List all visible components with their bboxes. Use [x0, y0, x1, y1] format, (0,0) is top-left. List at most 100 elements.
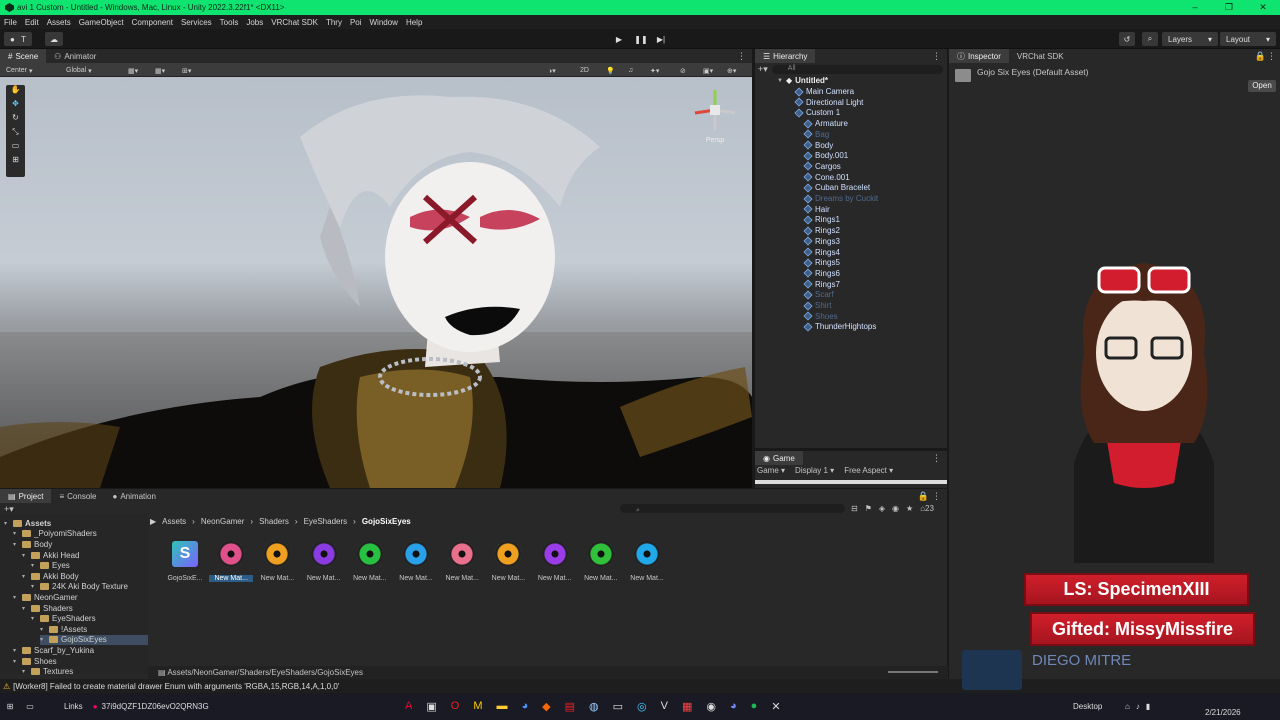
- chevron-down-icon[interactable]: ▾: [13, 541, 19, 548]
- project-search-input[interactable]: ⌕: [620, 504, 845, 514]
- x-icon[interactable]: ✕: [771, 700, 780, 713]
- account-dropdown[interactable]: ● T: [4, 32, 32, 46]
- shader-asset-tile[interactable]: S GojoSixE...: [163, 538, 207, 584]
- hierarchy-item[interactable]: Shoes: [803, 311, 838, 322]
- chevron-down-icon[interactable]: ▾: [31, 615, 37, 622]
- grid-snap-icon[interactable]: ▦▾: [128, 65, 138, 76]
- camera-icon[interactable]: ▣▾: [703, 65, 713, 76]
- discord-icon[interactable]: ◕: [730, 700, 737, 713]
- chevron-down-icon[interactable]: ▾: [13, 658, 19, 665]
- game-mode-dropdown[interactable]: Game ▾: [757, 466, 785, 475]
- filter-tag-icon[interactable]: ◈: [879, 504, 885, 513]
- visibility-icon[interactable]: ⊘: [680, 65, 686, 76]
- folder-tree-item[interactable]: ▾ NeonGamer: [13, 592, 78, 603]
- play-button[interactable]: ▶: [611, 32, 627, 46]
- battery-icon[interactable]: ▮: [1146, 702, 1150, 711]
- hierarchy-item[interactable]: Hair: [803, 204, 830, 215]
- maximize-button[interactable]: ❐: [1212, 0, 1246, 15]
- tab-animation[interactable]: ● Animation: [105, 489, 164, 503]
- lock-icon[interactable]: 🔒: [1255, 51, 1266, 62]
- chevron-down-icon[interactable]: ▾: [22, 573, 28, 580]
- files-icon[interactable]: ▣: [426, 700, 436, 713]
- tab-inspector[interactable]: ⓘ Inspector: [949, 49, 1009, 63]
- menu-window[interactable]: Window: [366, 18, 402, 27]
- folder-tree-item[interactable]: ▾ Akki Body: [22, 571, 79, 582]
- folder-tree-item[interactable]: ▾ Textures: [22, 666, 73, 677]
- app-icon[interactable]: ●: [93, 702, 98, 711]
- menu-component[interactable]: Component: [128, 18, 177, 27]
- tab-project[interactable]: ▤ Project: [0, 489, 52, 503]
- breadcrumb-item[interactable]: Shaders: [259, 517, 289, 526]
- chevron-down-icon[interactable]: ▾: [13, 647, 19, 654]
- chevron-down-icon[interactable]: ▾: [13, 594, 19, 601]
- draw-mode-icon[interactable]: ◑▾: [548, 65, 556, 76]
- menu-services[interactable]: Services: [177, 18, 216, 27]
- hierarchy-item[interactable]: Rings1: [803, 214, 840, 225]
- scene-viewport[interactable]: ✋ ✥ ↻ ⤡ ▭ ⊞ Persp: [0, 77, 752, 488]
- acrobat-icon[interactable]: A: [405, 700, 412, 713]
- more-options-icon[interactable]: ⋮: [737, 51, 746, 62]
- hand-tool-icon[interactable]: ✋: [6, 85, 25, 99]
- menu-poi[interactable]: Poi: [346, 18, 366, 27]
- open-button[interactable]: Open: [1248, 80, 1276, 92]
- tab-hierarchy[interactable]: ☰ Hierarchy: [755, 49, 816, 63]
- hierarchy-item[interactable]: Armature: [803, 118, 848, 129]
- layers-dropdown[interactable]: Layers ▾: [1162, 32, 1218, 46]
- step-button[interactable]: ▶|: [653, 32, 669, 46]
- chevron-down-icon[interactable]: ▾: [4, 520, 10, 527]
- hierarchy-item[interactable]: Dreams by Cuckit: [803, 193, 878, 204]
- folder-tree-item[interactable]: ▾ EyeShaders: [31, 613, 96, 624]
- hierarchy-item[interactable]: Rings3: [803, 236, 840, 247]
- more-options-icon[interactable]: ⋮: [932, 491, 941, 502]
- folder-tree-item[interactable]: ▾ Shoes: [13, 656, 57, 667]
- chevron-down-icon[interactable]: ▾: [40, 626, 46, 633]
- lighting-icon[interactable]: 💡: [606, 65, 615, 76]
- breadcrumb-item[interactable]: GojoSixEyes: [362, 517, 411, 526]
- close-button[interactable]: ✕: [1246, 0, 1280, 15]
- taskbar-date[interactable]: 2/21/2026: [1205, 708, 1241, 717]
- menu-gameobject[interactable]: GameObject: [75, 18, 128, 27]
- minimize-button[interactable]: –: [1178, 0, 1212, 15]
- material-asset-tile[interactable]: New Mat...: [440, 538, 484, 584]
- folder-tree-item[interactable]: ▾ Scarf_by_Yukina: [13, 645, 94, 656]
- discord-app-icon[interactable]: ◕: [521, 700, 528, 713]
- grid-icon[interactable]: ▦▾: [155, 65, 165, 76]
- menu-jobs[interactable]: Jobs: [242, 18, 267, 27]
- tab-animator[interactable]: ⚇ Animator: [46, 49, 104, 63]
- material-asset-tile[interactable]: New Mat...: [625, 538, 669, 584]
- hierarchy-item[interactable]: Rings7: [803, 279, 840, 290]
- hierarchy-item[interactable]: Body: [803, 140, 833, 151]
- material-asset-tile[interactable]: New Mat...: [486, 538, 530, 584]
- rotate-tool-icon[interactable]: ↻: [6, 113, 25, 127]
- folder-icon[interactable]: ▬: [496, 700, 507, 713]
- chevron-down-icon[interactable]: ▾: [22, 668, 28, 675]
- material-asset-tile[interactable]: New Mat...: [579, 538, 623, 584]
- scale-tool-icon[interactable]: ⤡: [6, 127, 25, 141]
- material-asset-tile[interactable]: New Mat...: [348, 538, 392, 584]
- chevron-down-icon[interactable]: ▾: [31, 583, 37, 590]
- rect-tool-icon[interactable]: ▭: [6, 141, 25, 155]
- more-options-icon[interactable]: ⋮: [932, 453, 941, 464]
- hierarchy-item[interactable]: Directional Light: [794, 97, 863, 108]
- hierarchy-search-input[interactable]: All: [771, 64, 943, 74]
- menu-edit[interactable]: Edit: [21, 18, 43, 27]
- hierarchy-item[interactable]: ThunderHightops: [803, 321, 876, 332]
- chevron-down-icon[interactable]: ▾: [40, 636, 46, 643]
- chevron-down-icon[interactable]: ▾: [22, 552, 28, 559]
- history-button[interactable]: ↺: [1119, 32, 1135, 46]
- chevron-down-icon[interactable]: ▼: [777, 78, 783, 84]
- spotify-icon[interactable]: ●: [751, 700, 758, 713]
- menu-assets[interactable]: Assets: [43, 18, 75, 27]
- menu-vrchat-sdk[interactable]: VRChat SDK: [267, 18, 322, 27]
- links-toolbar-label[interactable]: Links: [64, 702, 83, 711]
- task-view-icon[interactable]: ▭: [20, 702, 40, 711]
- cloud-button[interactable]: ☁: [45, 32, 63, 46]
- tab-console[interactable]: ≡ Console: [51, 489, 104, 503]
- hierarchy-item[interactable]: Cone.001: [803, 172, 850, 183]
- transform-tool-icon[interactable]: ⊞: [6, 155, 25, 169]
- hierarchy-item[interactable]: Cuban Bracelet: [803, 182, 870, 193]
- folder-tree-item[interactable]: ▾ Shaders: [22, 603, 73, 614]
- material-asset-tile[interactable]: New Mat...: [255, 538, 299, 584]
- hierarchy-item[interactable]: Shirt: [803, 300, 831, 311]
- material-asset-tile[interactable]: New Mat...: [302, 538, 346, 584]
